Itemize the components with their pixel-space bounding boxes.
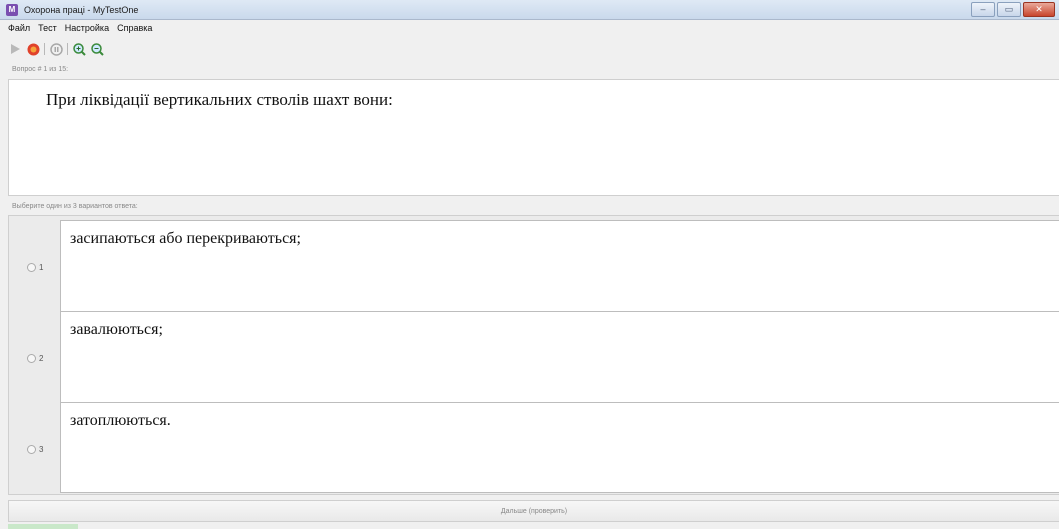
zoom-in-icon[interactable] <box>72 42 86 56</box>
answer-radio[interactable]: 3 <box>27 445 43 454</box>
answer-option[interactable]: 1 засипаються або перекриваються; <box>9 220 1059 312</box>
close-button[interactable]: ✕ <box>1023 2 1055 17</box>
answer-option[interactable]: 2 завалюються; <box>9 311 1059 403</box>
answers-panel: 1 засипаються або перекриваються; 2 зава… <box>8 215 1059 495</box>
app-icon: M <box>6 3 18 16</box>
question-text: При ліквідації вертикальних стволів шахт… <box>46 90 393 109</box>
progress-indicator <box>8 524 78 529</box>
play-icon[interactable] <box>8 42 22 56</box>
answer-box[interactable]: завалюються; <box>60 311 1059 403</box>
menu-test[interactable]: Тест <box>34 23 61 33</box>
menu-help[interactable]: Справка <box>113 23 156 33</box>
answer-box[interactable]: затоплюються. <box>60 402 1059 493</box>
radio-icon[interactable] <box>27 445 36 454</box>
menu-bar: Файл Тест Настройка Справка <box>0 20 1059 36</box>
answer-radio[interactable]: 2 <box>27 354 43 363</box>
radio-icon[interactable] <box>27 354 36 363</box>
window-title: Охорона праці - MyTestOne <box>24 4 139 15</box>
answer-number: 1 <box>39 263 44 272</box>
answer-number: 3 <box>39 445 44 454</box>
answer-text: завалюються; <box>70 321 163 338</box>
toolbar <box>8 41 104 57</box>
toolbar-separator <box>44 43 45 55</box>
answer-option[interactable]: 3 затоплюються. <box>9 402 1059 493</box>
question-panel: При ліквідації вертикальних стволів шахт… <box>8 79 1059 196</box>
title-bar: M Охорона праці - MyTestOne – ▭ ✕ <box>0 0 1059 20</box>
answer-number: 2 <box>39 354 44 363</box>
answers-hint: Выберите один из 3 вариантов ответа: <box>12 203 138 210</box>
menu-settings[interactable]: Настройка <box>61 23 113 33</box>
toolbar-separator <box>67 43 68 55</box>
menu-file[interactable]: Файл <box>4 23 34 33</box>
pause-icon[interactable] <box>49 42 63 56</box>
answer-box[interactable]: засипаються або перекриваються; <box>60 220 1059 312</box>
radio-icon[interactable] <box>27 263 36 272</box>
answer-text: засипаються або перекриваються; <box>70 230 301 247</box>
zoom-out-icon[interactable] <box>90 42 104 56</box>
window-controls: – ▭ ✕ <box>971 2 1055 17</box>
answer-text: затоплюються. <box>70 412 171 429</box>
answer-radio[interactable]: 1 <box>27 263 43 272</box>
question-counter: Вопрос # 1 из 15: <box>12 66 69 73</box>
next-button[interactable]: Дальше (проверить) <box>8 500 1059 522</box>
maximize-button[interactable]: ▭ <box>997 2 1021 17</box>
stop-icon[interactable] <box>26 42 40 56</box>
minimize-button[interactable]: – <box>971 2 995 17</box>
